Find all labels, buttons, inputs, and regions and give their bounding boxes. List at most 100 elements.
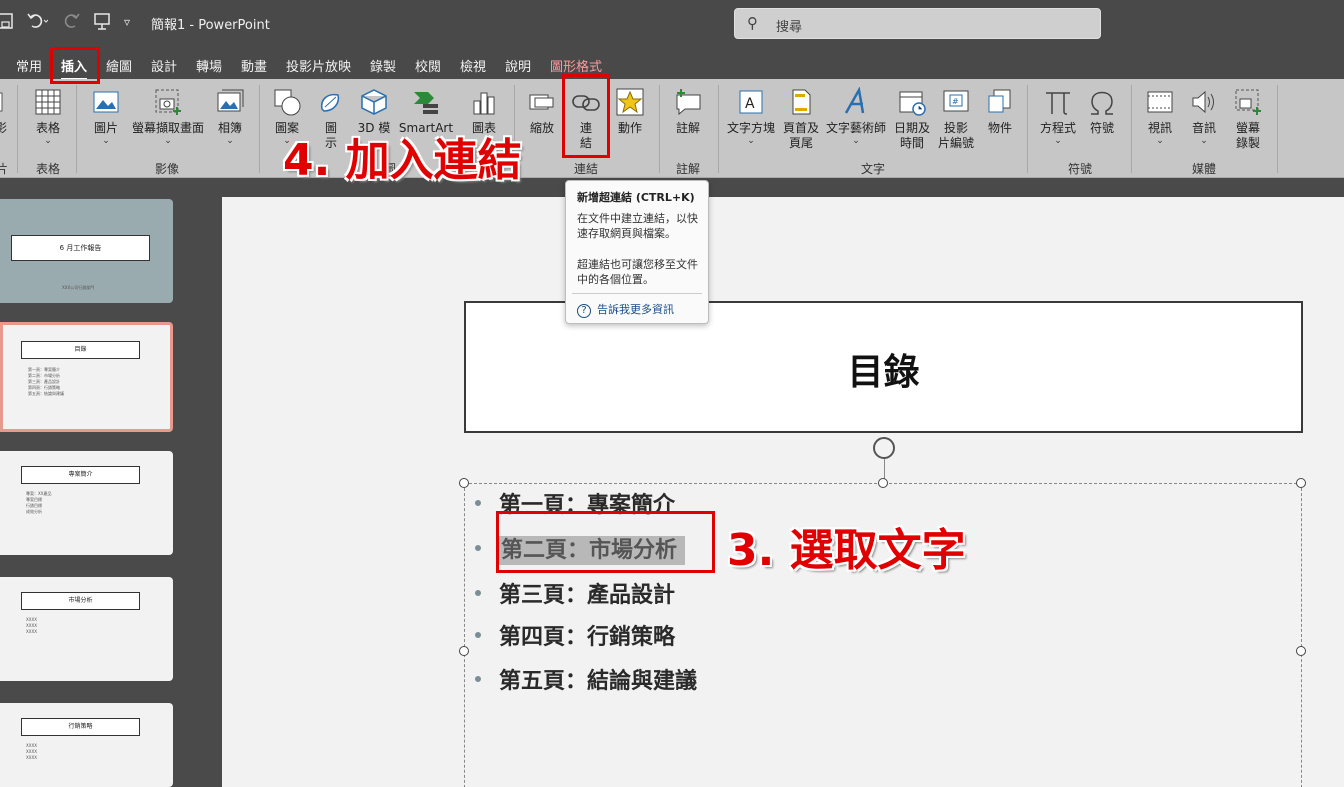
tab-design[interactable]: 設計 xyxy=(151,56,177,75)
action-label: 動作 xyxy=(617,121,642,135)
slide-thumbnail-1[interactable]: 6 月工作報告 XXX公司行銷部門 xyxy=(0,199,173,303)
datetime-label: 日期及 時間 xyxy=(893,121,930,150)
thumbnail-line: XXXX xyxy=(26,749,37,754)
resize-handle[interactable] xyxy=(1296,646,1306,656)
list-item-text: 第五頁：結論與建議 xyxy=(499,669,698,694)
group-separator xyxy=(259,85,260,173)
resize-handle[interactable] xyxy=(459,646,469,656)
symbol-button[interactable]: 符號 xyxy=(1084,87,1120,136)
resize-handle[interactable] xyxy=(1296,478,1306,488)
equation-button[interactable]: 方程式 ⌄ xyxy=(1036,87,1080,146)
list-item[interactable]: 第三頁：產品設計 xyxy=(475,577,675,609)
thumbnail-title: 行銷策略 xyxy=(21,718,140,736)
screenshot-icon xyxy=(155,89,181,115)
partial-left-label: 影 xyxy=(0,121,7,135)
speaker-icon xyxy=(1192,90,1214,114)
slide-number-label: 投影 片編號 xyxy=(937,121,974,150)
group-separator xyxy=(1131,85,1132,173)
screenshot-button[interactable]: 螢幕擷取畫面 ⌄ xyxy=(130,87,206,146)
screen-record-label: 螢幕 錄製 xyxy=(1235,121,1260,150)
thumbnail-line: XXXX xyxy=(26,617,37,622)
header-footer-label: 頁首及 頁尾 xyxy=(782,121,819,150)
slide-number-button[interactable]: # 投影 片編號 xyxy=(936,87,976,151)
thumbnail-line: XXXX xyxy=(26,743,37,748)
object-button[interactable]: 物件 xyxy=(982,87,1018,136)
comment-button[interactable]: 註解 xyxy=(670,87,706,136)
thumbnail-line: 第五頁：結論與建議 xyxy=(28,391,64,396)
audio-button[interactable]: 音訊 ⌄ xyxy=(1186,87,1222,146)
slide-title: 目錄 xyxy=(847,352,920,393)
search-icon: ⚲ xyxy=(747,14,758,32)
zoom-label: 縮放 xyxy=(529,121,554,135)
slide-thumbnail-3[interactable]: 專案簡介 專案：XX產品 專案目標 行銷目標 成效分析 xyxy=(0,451,173,555)
object-label: 物件 xyxy=(987,121,1012,135)
slide-thumbnail-2[interactable]: 目錄 第一頁：專案簡介 第二頁：市場分析 第三頁：產品設計 第四頁：行銷策略 第… xyxy=(0,322,173,432)
tab-shape-format[interactable]: 圖形格式 xyxy=(550,56,602,75)
table-button[interactable]: 表格 ⌄ xyxy=(30,87,66,146)
window-title: 簡報1 - PowerPoint xyxy=(151,18,270,33)
annotation-box-selected-text xyxy=(496,511,715,573)
images-group-label: 影像 xyxy=(155,162,180,176)
group-separator xyxy=(718,85,719,173)
chevron-down-icon: ⌄ xyxy=(747,136,755,146)
rotate-handle-icon[interactable] xyxy=(873,437,895,481)
svg-text:A: A xyxy=(745,96,755,112)
group-separator xyxy=(659,85,660,173)
search-box[interactable]: ⚲ 搜尋 xyxy=(734,8,1101,39)
tab-review[interactable]: 校閱 xyxy=(415,56,441,75)
video-icon xyxy=(1147,91,1173,113)
chevron-down-icon: ⌄ xyxy=(102,136,110,146)
tell-me-more-text: 告訴我更多資訊 xyxy=(597,303,674,316)
list-item[interactable]: 第五頁：結論與建議 xyxy=(475,663,697,695)
customize-icon[interactable]: ▿ xyxy=(124,12,130,32)
tab-draw[interactable]: 繪圖 xyxy=(106,56,132,75)
partial-left-button[interactable]: 影 xyxy=(0,87,8,136)
present-icon[interactable] xyxy=(93,12,111,35)
video-button[interactable]: 視訊 ⌄ xyxy=(1142,87,1178,146)
picture-button[interactable]: 圖片 ⌄ xyxy=(88,87,124,146)
ribbon-tabs: 常用 插入 繪圖 設計 轉場 動畫 投影片放映 錄製 校閱 檢視 說明 圖形格式 xyxy=(0,46,1344,80)
tab-record[interactable]: 錄製 xyxy=(370,56,396,75)
datetime-button[interactable]: 日期及 時間 xyxy=(892,87,932,151)
tab-animations[interactable]: 動畫 xyxy=(241,56,267,75)
group-separator xyxy=(1027,85,1028,173)
thumbnail-line: XXXX xyxy=(26,629,37,634)
wordart-button[interactable]: 文字藝術師 ⌄ xyxy=(826,87,886,146)
slide-thumbnail-4[interactable]: 市場分析 XXXX XXXX XXXX xyxy=(0,577,173,681)
tooltip-title: 新增超連結 (CTRL+K) xyxy=(577,191,695,204)
comments-group-label: 註解 xyxy=(676,162,701,176)
chevron-down-icon: ⌄ xyxy=(852,136,860,146)
chevron-down-icon: ⌄ xyxy=(164,136,172,146)
icons-icon xyxy=(320,93,340,112)
bullet-icon xyxy=(475,500,481,506)
screen-record-button[interactable]: 螢幕 錄製 xyxy=(1228,87,1268,151)
annotation-box-link-button xyxy=(562,74,610,158)
thumbnail-line: XXXX xyxy=(26,755,37,760)
save-icon[interactable] xyxy=(0,12,14,35)
resize-handle[interactable] xyxy=(878,478,888,488)
header-footer-button[interactable]: 頁首及 頁尾 xyxy=(780,87,822,151)
textbox-button[interactable]: A 文字方塊 ⌄ xyxy=(726,87,776,146)
tab-view[interactable]: 檢視 xyxy=(460,56,486,75)
screen-record-icon xyxy=(1235,89,1261,115)
chevron-down-icon: ⌄ xyxy=(1054,136,1062,146)
tell-me-more-link[interactable]: ? 告訴我更多資訊 xyxy=(577,301,674,318)
slide-thumbnail-panel[interactable]: 6 月工作報告 XXX公司行銷部門 目錄 第一頁：專案簡介 第二頁：市場分析 第… xyxy=(0,179,197,787)
undo-icon[interactable] xyxy=(26,12,49,35)
search-placeholder: 搜尋 xyxy=(776,20,803,35)
tab-transitions[interactable]: 轉場 xyxy=(196,56,222,75)
links-group-label: 連結 xyxy=(574,162,599,176)
picture-icon xyxy=(93,91,119,113)
action-button[interactable]: 動作 xyxy=(612,87,648,136)
album-button[interactable]: 相簿 ⌄ xyxy=(212,87,248,146)
tab-slideshow[interactable]: 投影片放映 xyxy=(286,56,351,75)
list-item[interactable]: 第四頁：行銷策略 xyxy=(475,619,675,651)
redo-icon[interactable] xyxy=(62,12,82,35)
media-group-label: 媒體 xyxy=(1192,162,1217,176)
slide-thumbnail-5[interactable]: 行銷策略 XXXX XXXX XXXX xyxy=(0,703,173,787)
zoom-icon xyxy=(529,94,554,110)
resize-handle[interactable] xyxy=(459,478,469,488)
zoom-button[interactable]: 縮放 xyxy=(524,87,560,136)
tab-help[interactable]: 說明 xyxy=(505,56,531,75)
tab-home[interactable]: 常用 xyxy=(16,56,42,75)
